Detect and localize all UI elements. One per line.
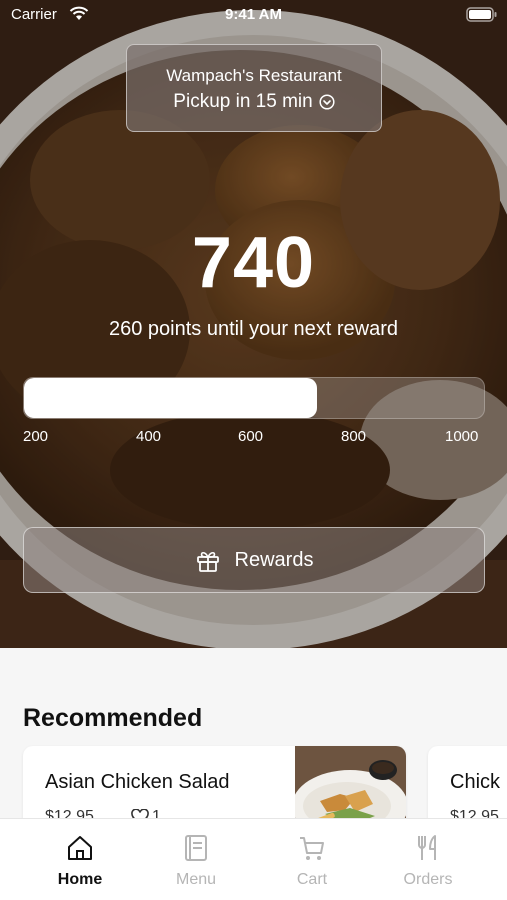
rewards-button-label: Rewards [234,548,314,571]
rewards-progress-fill [24,378,318,418]
tab-home[interactable]: Home [17,819,143,900]
restaurant-name: Wampach's Restaurant [166,66,342,85]
restaurant-selector[interactable]: Wampach's Restaurant Pickup in 15 min [126,44,382,132]
gift-icon [196,551,219,572]
tick-label: 200 [23,428,49,445]
chevron-down-circle-icon [319,94,335,110]
tab-home-label: Home [57,871,103,888]
pickup-time: Pickup in 15 min [173,91,313,112]
tab-cart[interactable]: Cart [249,819,375,900]
pickup-row: Pickup in 15 min [127,91,381,113]
item-name: Chick [450,771,501,793]
fork-knife-icon [418,835,436,860]
battery-icon [466,7,497,22]
cart-icon [300,837,324,860]
tab-menu[interactable]: Menu [133,819,259,900]
status-bar: Carrier 9:41 AM [0,0,507,30]
tab-orders-label: Orders [403,871,453,888]
rewards-button[interactable]: Rewards [23,527,485,593]
tab-bar: Home Menu Cart Orders [0,818,507,900]
rewards-progress-bar [23,377,485,419]
menu-book-icon [185,835,207,861]
item-name: Asian Chicken Salad [45,771,230,793]
hero-banner: Carrier 9:41 AM Wampach's Restaurant Pic… [0,0,507,648]
home-icon [68,836,92,860]
tab-orders[interactable]: Orders [365,819,491,900]
tick-label: 600 [238,428,264,445]
tick-label: 400 [136,428,162,445]
clock: 9:41 AM [225,6,282,23]
tab-menu-label: Menu [175,871,217,888]
tick-label: 800 [341,428,367,445]
tab-cart-label: Cart [296,871,328,888]
recommended-heading: Recommended [23,704,203,732]
points-caption: 260 points until your next reward [108,318,399,340]
points-total: 740 [191,223,316,303]
tick-label: 1000 [445,428,479,445]
